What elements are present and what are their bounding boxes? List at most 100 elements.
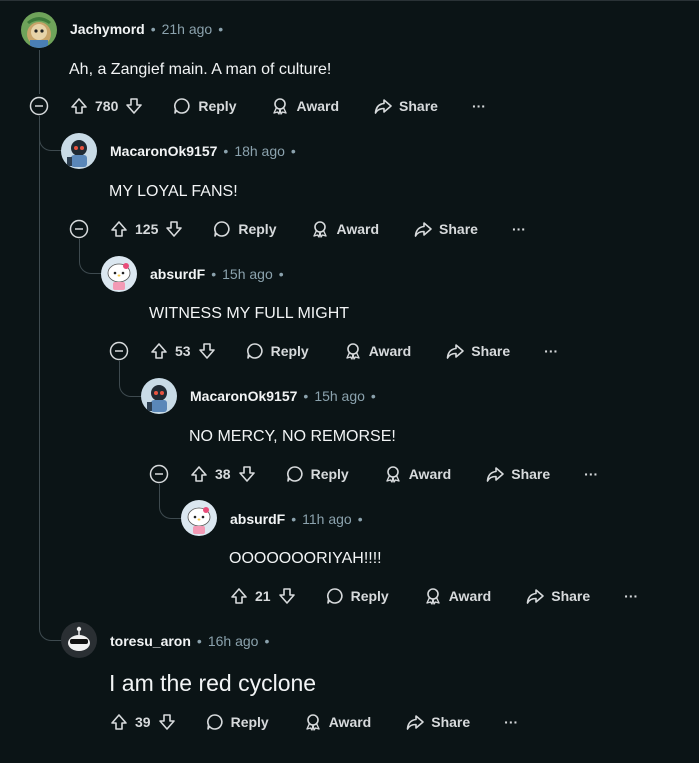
- username[interactable]: absurdF: [150, 266, 205, 282]
- share-button[interactable]: Share: [405, 712, 470, 732]
- reply-button[interactable]: Reply: [325, 586, 389, 606]
- upvote-icon[interactable]: [69, 96, 89, 116]
- downvote-icon[interactable]: [124, 96, 144, 116]
- share-label: Share: [399, 98, 438, 114]
- vote-count: 38: [215, 466, 231, 482]
- reply-button[interactable]: Reply: [245, 341, 309, 361]
- more-options-button[interactable]: ···: [624, 588, 638, 604]
- separator-dot: •: [196, 633, 202, 649]
- timestamp[interactable]: 15h ago: [222, 266, 273, 282]
- award-button[interactable]: Award: [270, 96, 339, 116]
- share-button[interactable]: Share: [413, 219, 478, 239]
- timestamp[interactable]: 15h ago: [314, 388, 365, 404]
- award-button[interactable]: Award: [343, 341, 411, 361]
- reply-button[interactable]: Reply: [285, 464, 349, 484]
- vote-count: 53: [175, 343, 191, 359]
- reply-icon: [245, 341, 265, 361]
- comment-text: NO MERCY, NO REMORSE!: [189, 428, 396, 445]
- username[interactable]: MacaronOk9157: [190, 388, 297, 404]
- more-icon: ···: [511, 221, 526, 237]
- separator-dot: •: [218, 21, 224, 37]
- award-icon: [383, 464, 403, 484]
- downvote-icon[interactable]: [157, 712, 177, 732]
- collapse-icon[interactable]: [29, 96, 49, 116]
- share-icon: [485, 464, 505, 484]
- more-options-button[interactable]: ···: [472, 98, 486, 114]
- username[interactable]: absurdF: [230, 511, 285, 527]
- comment-meta: absurdF • 11h ago •: [230, 511, 363, 527]
- award-button[interactable]: Award: [383, 464, 452, 484]
- avatar[interactable]: [21, 12, 57, 48]
- reply-label: Reply: [230, 714, 269, 730]
- downvote-icon[interactable]: [237, 464, 257, 484]
- separator-dot: •: [370, 388, 376, 404]
- separator-dot: •: [211, 266, 217, 282]
- more-options-button[interactable]: ···: [584, 466, 598, 482]
- avatar[interactable]: [101, 256, 137, 292]
- award-label: Award: [448, 588, 492, 604]
- username[interactable]: Jachymord: [70, 21, 145, 37]
- avatar[interactable]: [141, 378, 177, 414]
- award-icon: [423, 586, 443, 606]
- thread-line: [39, 116, 40, 619]
- downvote-icon[interactable]: [164, 219, 184, 239]
- reply-button[interactable]: Reply: [172, 96, 236, 116]
- upvote-icon[interactable]: [229, 586, 249, 606]
- share-label: Share: [551, 588, 591, 604]
- more-options-button[interactable]: ···: [512, 221, 526, 237]
- thread-elbow: [159, 497, 182, 519]
- share-button[interactable]: Share: [485, 464, 550, 484]
- upvote-icon[interactable]: [149, 341, 169, 361]
- avatar[interactable]: [181, 500, 217, 536]
- timestamp[interactable]: 11h ago: [302, 511, 352, 527]
- upvote-icon[interactable]: [189, 464, 209, 484]
- comment-meta: MacaronOk9157 • 15h ago •: [190, 388, 376, 404]
- username[interactable]: toresu_aron: [110, 633, 191, 649]
- timestamp[interactable]: 18h ago: [234, 143, 285, 159]
- thread-line: [159, 484, 160, 497]
- share-button[interactable]: Share: [445, 341, 510, 361]
- award-button[interactable]: Award: [310, 219, 379, 239]
- separator-dot: •: [303, 388, 309, 404]
- award-button[interactable]: Award: [303, 712, 371, 732]
- reply-label: Reply: [238, 221, 277, 237]
- collapse-icon[interactable]: [149, 464, 169, 484]
- separator-dot: •: [290, 143, 296, 159]
- more-icon: ···: [504, 714, 519, 730]
- timestamp[interactable]: 21h ago: [162, 21, 213, 37]
- comment-actions: 53 Reply Award Share ···: [149, 335, 558, 367]
- award-icon: [310, 219, 330, 239]
- more-options-button[interactable]: ···: [504, 714, 518, 730]
- comment-text: MY LOYAL FANS!: [109, 183, 238, 200]
- comment-actions: 38 Reply Award Share ···: [189, 458, 598, 490]
- thread-elbow: [39, 130, 62, 151]
- share-label: Share: [511, 466, 551, 482]
- share-icon: [525, 586, 545, 606]
- avatar[interactable]: [61, 133, 97, 169]
- collapse-icon[interactable]: [109, 341, 129, 361]
- downvote-icon[interactable]: [277, 586, 297, 606]
- upvote-icon[interactable]: [109, 712, 129, 732]
- upvote-icon[interactable]: [109, 219, 129, 239]
- more-options-button[interactable]: ···: [544, 343, 558, 359]
- downvote-icon[interactable]: [197, 341, 217, 361]
- comment-text: Ah, a Zangief main. A man of culture!: [69, 61, 332, 78]
- share-button[interactable]: Share: [525, 586, 590, 606]
- reply-button[interactable]: Reply: [205, 712, 269, 732]
- reply-icon: [325, 586, 345, 606]
- comment-actions: 125 Reply Award Share ···: [109, 213, 526, 245]
- award-button[interactable]: Award: [423, 586, 492, 606]
- thread-line: [79, 239, 80, 252]
- more-icon: ···: [584, 466, 599, 482]
- reply-label: Reply: [270, 343, 309, 359]
- timestamp[interactable]: 16h ago: [208, 633, 259, 649]
- reply-button[interactable]: Reply: [212, 219, 276, 239]
- award-label: Award: [408, 466, 452, 482]
- avatar[interactable]: [61, 622, 97, 658]
- collapse-icon[interactable]: [69, 219, 89, 239]
- award-icon: [343, 341, 363, 361]
- separator-dot: •: [357, 511, 363, 527]
- vote-group: 780: [69, 96, 144, 116]
- username[interactable]: MacaronOk9157: [110, 143, 217, 159]
- share-button[interactable]: Share: [373, 96, 438, 116]
